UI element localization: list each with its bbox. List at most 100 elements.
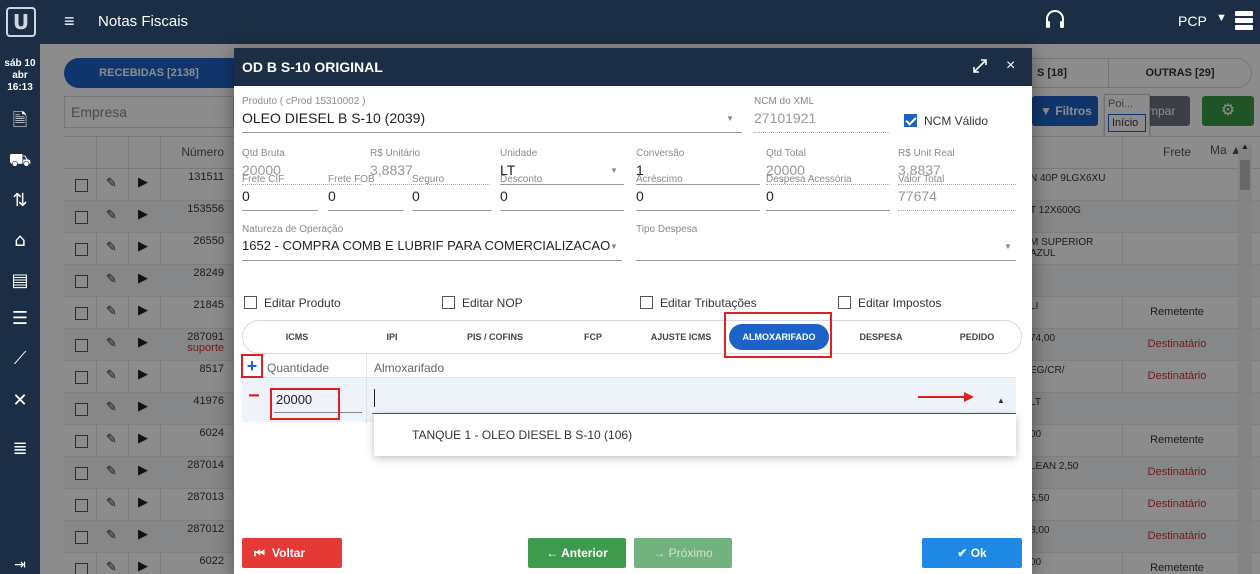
- rail-time: 16:13: [7, 82, 33, 93]
- signpost-icon[interactable]: ⇅: [8, 190, 32, 212]
- menu-icon[interactable]: ≡: [64, 11, 75, 31]
- rail-date: sáb 10 abr: [4, 58, 36, 81]
- editar-nop-checkbox[interactable]: [442, 296, 455, 309]
- field-underline: [500, 210, 624, 211]
- field-value: 0: [412, 188, 420, 204]
- tab-pedido[interactable]: PEDIDO: [935, 321, 1019, 353]
- truck-icon[interactable]: ⛟: [8, 150, 32, 172]
- ok-label: Ok: [970, 546, 987, 560]
- col-almoxarifado: Almoxarifado: [374, 361, 445, 375]
- editar-produto-label: Editar Produto: [264, 296, 341, 310]
- tab-ipi[interactable]: IPI: [347, 321, 437, 353]
- produto-value: OLEO DIESEL B S-10 (2039): [242, 110, 426, 126]
- list-icon[interactable]: ≣: [8, 438, 32, 460]
- database-icon[interactable]: [1234, 10, 1254, 32]
- ncm-valido-label: NCM Válido: [924, 114, 989, 128]
- natureza-value: 1652 - COMPRA COMB E LUBRIF PARA COMERCI…: [242, 238, 611, 253]
- app-logo[interactable]: U: [6, 7, 36, 37]
- headset-icon[interactable]: [1044, 8, 1066, 32]
- editar-tributacoes-checkbox[interactable]: [640, 296, 653, 309]
- ncm-valido-checkbox[interactable]: [904, 114, 917, 127]
- editar-impostos-checkbox[interactable]: [838, 296, 851, 309]
- field-underline: [754, 132, 890, 133]
- proximo-button[interactable]: → Próximo: [634, 538, 732, 568]
- dropdown-option[interactable]: TANQUE 1 - OLEO DIESEL B S-10 (106): [412, 428, 632, 442]
- natureza-label: Natureza de Operação: [242, 224, 344, 235]
- arrow-right-icon: →: [653, 546, 666, 560]
- close-icon[interactable]: ×: [1006, 57, 1015, 75]
- highlight-box: [270, 388, 340, 420]
- tab-ajuste-icms[interactable]: AJUSTE ICMS: [635, 321, 727, 353]
- produto-label: Produto ( cProd 15310002 ): [242, 96, 366, 107]
- proximo-label: Próximo: [668, 546, 713, 560]
- field-underline: [328, 210, 404, 211]
- chevron-down-icon[interactable]: ▼: [1216, 12, 1227, 24]
- tab-pis-cofins[interactable]: PIS / COFINS: [439, 321, 551, 353]
- field-label: R$ Unitário: [370, 148, 421, 159]
- check-icon: ✔: [957, 546, 968, 560]
- id-card-icon[interactable]: ▤: [8, 270, 32, 292]
- chevron-down-icon[interactable]: ▼: [726, 114, 734, 123]
- field-label: Acréscimo: [636, 174, 683, 185]
- field-label: Seguro: [412, 174, 445, 185]
- chevron-down-icon[interactable]: ▼: [610, 242, 618, 251]
- left-rail: sáb 10 abr 16:13 🗎 ⛟ ⇅ ⌂ ▤ ☰ ⟋ ✕ ≣: [0, 44, 40, 574]
- sliders-icon[interactable]: ☰: [8, 308, 32, 330]
- anterior-button[interactable]: ← Anterior: [528, 538, 626, 568]
- field-underline: [636, 260, 1016, 261]
- editar-tributacoes-label: Editar Tributações: [660, 296, 757, 310]
- editar-impostos-label: Editar Impostos: [858, 296, 942, 310]
- ncm-value: 27101921: [754, 110, 817, 126]
- field-label: Conversão: [636, 148, 685, 159]
- field-value: 0: [242, 188, 250, 204]
- field-label: Frete CIF: [242, 174, 285, 185]
- editar-nop-label: Editar NOP: [462, 296, 523, 310]
- document-icon[interactable]: 🗎: [8, 110, 32, 132]
- page-title: Notas Fiscais: [98, 13, 189, 30]
- rail-datetime: sáb 10 abr 16:13: [0, 58, 40, 94]
- field-value: 0: [636, 188, 644, 204]
- chevron-up-icon[interactable]: ▲: [997, 396, 1005, 405]
- field-underline: [898, 210, 1016, 211]
- text-cursor: [374, 389, 375, 407]
- almox-grid-header: [242, 354, 1016, 378]
- chart-icon[interactable]: ⟋: [8, 348, 32, 370]
- almoxarifado-dropdown: TANQUE 1 - OLEO DIESEL B S-10 (106): [374, 414, 1016, 456]
- tab-icms[interactable]: ICMS: [249, 321, 345, 353]
- editar-produto-checkbox[interactable]: [244, 296, 257, 309]
- arrow-left-icon: ←: [546, 546, 559, 560]
- chevron-down-icon[interactable]: ▼: [1004, 242, 1012, 251]
- field-label: Frete FOB: [328, 174, 375, 185]
- anterior-label: Anterior: [561, 546, 608, 560]
- top-bar: U ≡ Notas Fiscais PCP ▼: [0, 0, 1260, 44]
- voltar-label: Voltar: [272, 546, 306, 560]
- dialog-header: OD B S-10 ORIGINAL ×: [234, 48, 1032, 86]
- store-icon[interactable]: ⌂: [8, 230, 32, 252]
- field-value: 0: [766, 188, 774, 204]
- tab-despesa[interactable]: DESPESA: [829, 321, 933, 353]
- tipo-despesa-label: Tipo Despesa: [636, 224, 698, 235]
- tab-fcp[interactable]: FCP: [553, 321, 633, 353]
- arrow-right-icon: [918, 392, 974, 402]
- ok-button[interactable]: ✔ Ok: [922, 538, 1022, 568]
- highlight-box: [724, 312, 832, 358]
- product-dialog: OD B S-10 ORIGINAL × Produto ( cProd 153…: [234, 48, 1032, 574]
- expand-icon[interactable]: [972, 58, 988, 74]
- chevron-down-icon[interactable]: ▼: [610, 166, 618, 175]
- field-underline: [766, 210, 890, 211]
- field-label: Qtd Bruta: [242, 148, 285, 159]
- voltar-button[interactable]: ⏮ Voltar: [242, 538, 342, 568]
- tools-icon[interactable]: ✕: [8, 390, 32, 412]
- remove-row-button[interactable]: −: [248, 386, 260, 406]
- highlight-box: [241, 354, 263, 378]
- field-underline: [242, 210, 318, 211]
- field-label: Valor Total: [898, 174, 945, 185]
- logout-icon[interactable]: ⇥: [8, 556, 32, 573]
- field-value: 3,8837: [370, 162, 413, 178]
- field-label: Unidade: [500, 148, 538, 159]
- skip-back-icon: ⏮: [254, 546, 265, 560]
- field-underline: [412, 210, 492, 211]
- column-divider: [366, 354, 367, 424]
- field-value: 0: [328, 188, 336, 204]
- user-menu[interactable]: PCP: [1178, 13, 1207, 29]
